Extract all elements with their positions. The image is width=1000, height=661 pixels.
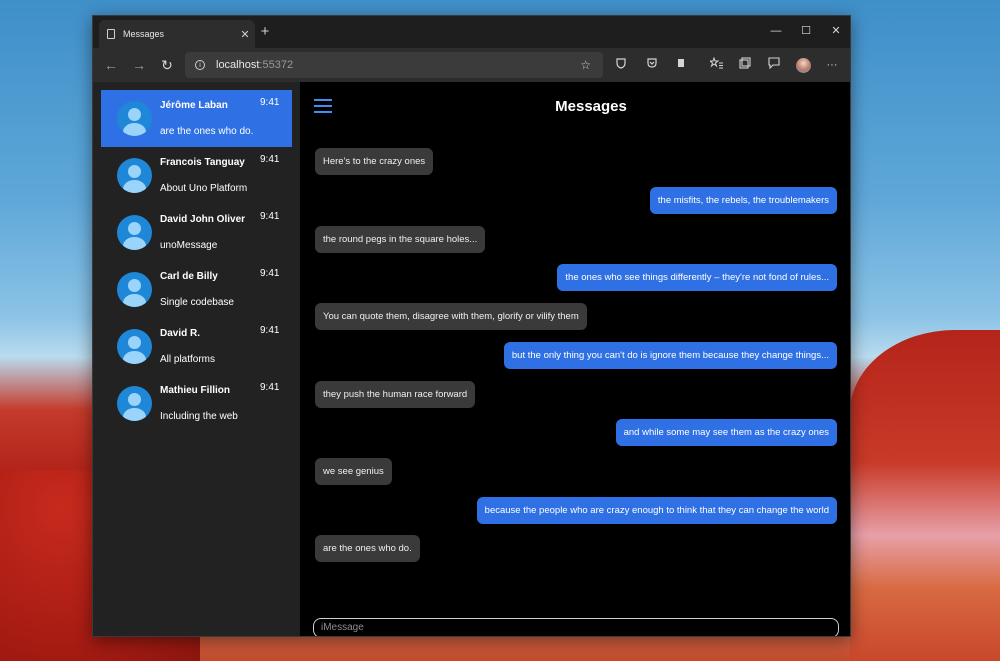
incoming-message: the round pegs in the square holes... [315, 226, 486, 253]
conversation-list: Jérôme Laban 9:41 are the ones who do. F… [93, 82, 300, 636]
message-preview: About Uno Platform [160, 183, 248, 194]
conversation-item[interactable]: Mathieu Fillion 9:41 Including the web [101, 375, 292, 432]
address-host: localhost [216, 59, 260, 71]
message-time: 9:41 [260, 268, 280, 279]
browser-window: Messages ✕ + — ☐ ✕ ← → ↻ i localhost:553… [92, 15, 851, 637]
incoming-message: You can quote them, disagree with them, … [315, 303, 587, 330]
browser-toolbar: ← → ↻ i localhost:55372 ☆ ··· [93, 48, 850, 82]
address-bar[interactable]: i localhost:55372 ☆ [185, 52, 603, 78]
conversation-item[interactable]: Carl de Billy 9:41 Single codebase [101, 261, 292, 318]
outgoing-message: and while some may see them as the crazy… [615, 419, 837, 446]
browser-titlebar: Messages ✕ + — ☐ ✕ [93, 16, 850, 48]
incoming-message: are the ones who do. [315, 535, 420, 562]
forward-button[interactable]: → [129, 55, 149, 75]
contact-name: Francois Tanguay [160, 157, 245, 168]
info-icon[interactable]: i [195, 60, 205, 70]
page-title: Messages [555, 98, 627, 115]
extension-icon[interactable] [673, 57, 689, 73]
conversation-item[interactable]: Francois Tanguay 9:41 About Uno Platform [101, 147, 292, 204]
address-port: :55372 [259, 59, 294, 71]
message-time: 9:41 [260, 97, 280, 108]
messages-app: Jérôme Laban 9:41 are the ones who do. F… [93, 82, 850, 636]
conversation-item[interactable]: David John Oliver 9:41 unoMessage [101, 204, 292, 261]
refresh-button[interactable]: ↻ [157, 55, 177, 75]
collections-icon[interactable] [737, 57, 753, 73]
message-input[interactable]: iMessage [313, 618, 839, 636]
more-options-icon[interactable]: ··· [824, 57, 840, 73]
message-preview: are the ones who do. [160, 126, 254, 137]
avatar [117, 272, 152, 307]
outgoing-message: the misfits, the rebels, the troublemake… [649, 187, 837, 214]
tab-title: Messages [123, 29, 165, 39]
message-time: 9:41 [260, 211, 280, 222]
new-tab-button[interactable]: + [255, 22, 275, 42]
back-button[interactable]: ← [101, 55, 121, 75]
outgoing-message: but the only thing you can't do is ignor… [503, 342, 837, 369]
avatar [117, 386, 152, 421]
outgoing-message: the ones who see things differently – th… [557, 264, 837, 291]
message-time: 9:41 [260, 325, 280, 336]
avatar [117, 158, 152, 193]
contact-name: David John Oliver [160, 214, 246, 225]
outgoing-message: because the people who are crazy enough … [476, 497, 837, 524]
message-preview: Single codebase [160, 297, 234, 308]
message-time: 9:41 [260, 382, 280, 393]
browser-tab[interactable]: Messages ✕ [99, 20, 255, 48]
tab-close-icon[interactable]: ✕ [235, 28, 255, 41]
incoming-message: Here's to the crazy ones [315, 148, 434, 175]
message-time: 9:41 [260, 154, 280, 165]
conversation-item[interactable]: Jérôme Laban 9:41 are the ones who do. [101, 90, 292, 147]
maximize-button[interactable]: ☐ [791, 16, 821, 48]
message-preview: unoMessage [160, 240, 218, 251]
incoming-message: we see genius [315, 458, 392, 485]
message-preview: Including the web [160, 411, 238, 422]
message-preview: All platforms [160, 354, 216, 365]
avatar [117, 329, 152, 364]
minimize-button[interactable]: — [761, 16, 791, 48]
conversation-item[interactable]: David R. 9:41 All platforms [101, 318, 292, 375]
favorite-star-icon[interactable]: ☆ [580, 58, 591, 72]
pocket-extension-icon[interactable] [644, 57, 660, 73]
avatar [117, 101, 152, 136]
close-window-button[interactable]: ✕ [821, 16, 850, 48]
avatar [117, 215, 152, 250]
contact-name: Mathieu Fillion [160, 385, 230, 396]
incoming-message: they push the human race forward [315, 381, 476, 408]
desktop-wallpaper-hill [850, 330, 1000, 661]
shield-extension-icon[interactable] [613, 57, 629, 73]
favorites-list-icon[interactable] [708, 56, 724, 73]
contact-name: Jérôme Laban [160, 100, 228, 111]
page-icon [107, 29, 115, 39]
contact-name: Carl de Billy [160, 271, 218, 282]
chat-pane: Messages Here's to the crazy ones the mi… [300, 82, 850, 636]
profile-avatar[interactable] [796, 58, 811, 73]
feedback-icon[interactable] [766, 57, 782, 73]
contact-name: David R. [160, 328, 201, 339]
